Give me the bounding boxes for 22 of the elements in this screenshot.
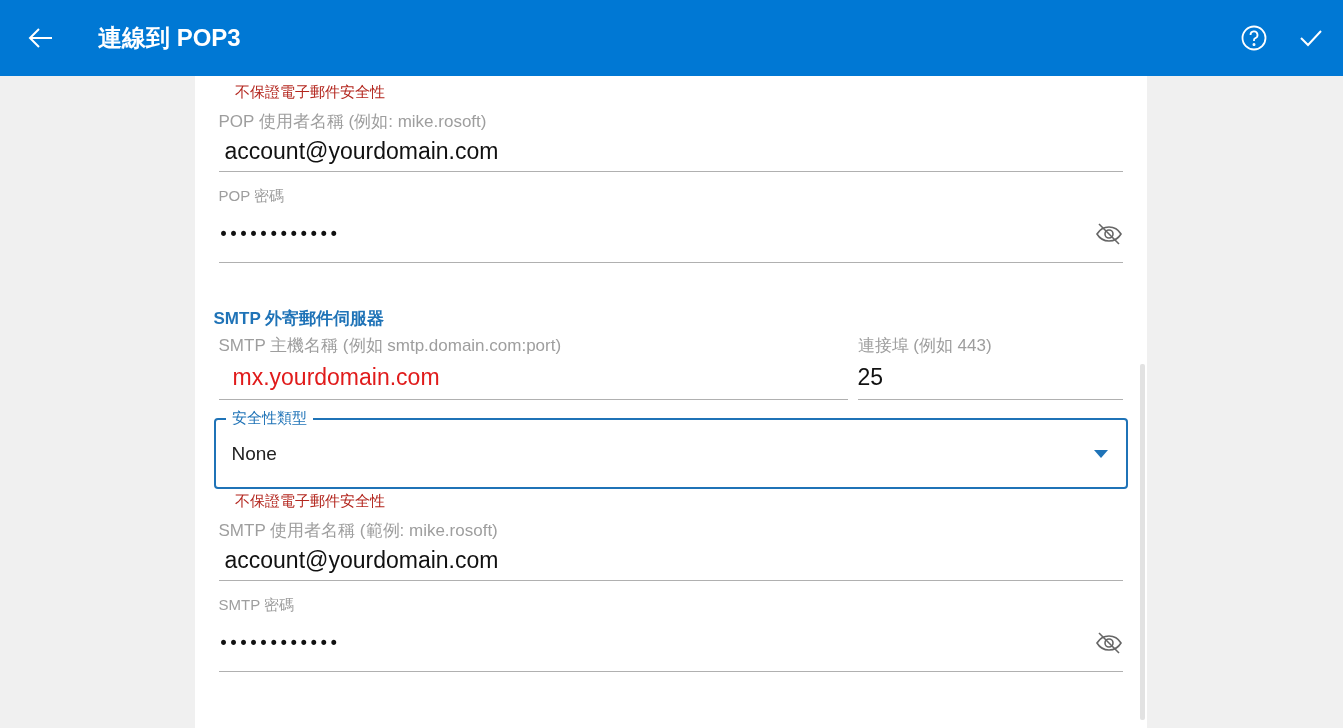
section-heading: SMTP 外寄郵件伺服器 [213,308,386,330]
scrollbar[interactable] [1139,364,1145,720]
field-label: SMTP 密碼 [218,595,296,615]
input-field[interactable]: mx.yourdomain.com [218,364,440,391]
field-label: 連接埠 (例如 443) [857,336,993,356]
field-label: POP 使用者名稱 (例如: mike.rosoft) [218,112,488,132]
security-type-dropdown[interactable]: 安全性類型 None [213,408,1128,489]
field-label: POP 密碼 [218,186,286,206]
dropdown-label: 安全性類型 [225,408,313,428]
eye-slash-icon[interactable] [1094,222,1123,246]
warning-text: 不保證電子郵件安全性 [233,82,386,102]
input-field[interactable]: 25 [857,364,884,391]
password-field[interactable]: •••••••••••• [218,633,339,653]
caret-icon [1093,449,1108,458]
field-label: SMTP 主機名稱 (例如 smtp.domain.com:port) [218,336,563,356]
input-field[interactable]: account@yourdomain.com [218,547,499,574]
eye-slash-icon[interactable] [1094,631,1123,655]
password-field[interactable]: •••••••••••• [218,224,339,244]
input-field[interactable]: account@yourdomain.com [218,138,499,165]
field-label: SMTP 使用者名稱 (範例: mike.rosoft) [218,521,499,541]
warning-text: 不保證電子郵件安全性 [233,491,386,511]
window-title: 連線到 POP3 [98,23,242,53]
